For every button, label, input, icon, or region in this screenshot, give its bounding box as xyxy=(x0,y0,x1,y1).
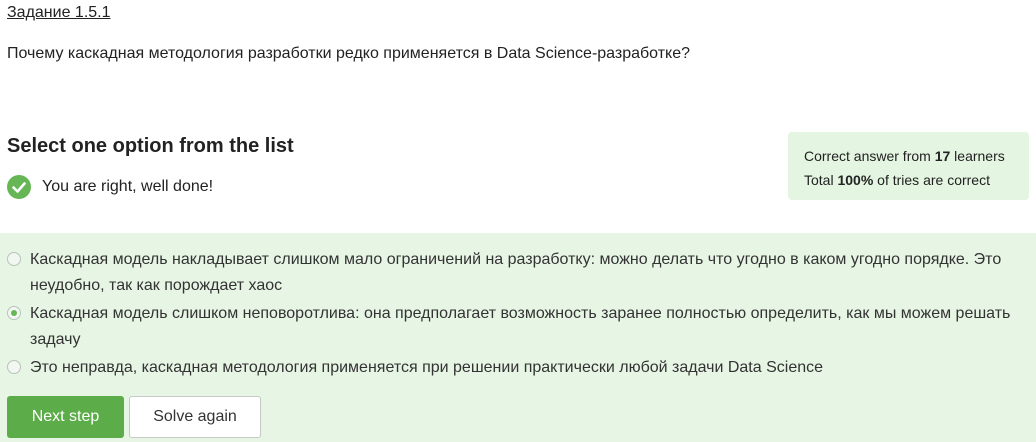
result-message: You are right, well done! xyxy=(42,178,214,195)
question-text: Почему каскадная методология разработки … xyxy=(7,45,691,62)
stats-box: Correct answer from 17 learners Total 10… xyxy=(788,132,1029,200)
next-step-button[interactable]: Next step xyxy=(7,396,124,438)
step-page: Задание 1.5.1 Почему каскадная методолог… xyxy=(0,0,1036,442)
stats-text: Correct answer from xyxy=(804,148,935,164)
option-3[interactable]: Это неправда, каскадная методология прим… xyxy=(7,355,1036,381)
stats-line-tries: Total 100% of tries are correct xyxy=(804,168,1029,192)
stats-text: learners xyxy=(950,148,1005,164)
correct-percent: 100% xyxy=(837,172,874,188)
radio-button[interactable] xyxy=(7,360,21,374)
stats-text: of tries are correct xyxy=(873,172,990,188)
check-circle-icon xyxy=(7,175,31,199)
radio-button-selected[interactable] xyxy=(7,306,21,320)
section-title: Select one option from the list xyxy=(7,135,294,157)
task-link[interactable]: Задание 1.5.1 xyxy=(7,4,111,22)
option-label: Это неправда, каскадная методология прим… xyxy=(30,359,824,376)
option-label: Каскадная модель слишком неповоротлива: … xyxy=(30,305,1011,348)
radio-button[interactable] xyxy=(7,252,21,266)
stats-text: Total xyxy=(804,172,838,188)
option-1[interactable]: Каскадная модель накладывает слишком мал… xyxy=(7,247,1036,299)
result-status: You are right, well done! xyxy=(7,175,213,199)
stats-line-learners: Correct answer from 17 learners xyxy=(804,144,1029,168)
option-2[interactable]: Каскадная модель слишком неповоротлива: … xyxy=(7,301,1036,353)
solve-again-button[interactable]: Solve again xyxy=(129,396,261,438)
option-label: Каскадная модель накладывает слишком мал… xyxy=(30,251,1002,294)
learners-count: 17 xyxy=(934,148,951,164)
